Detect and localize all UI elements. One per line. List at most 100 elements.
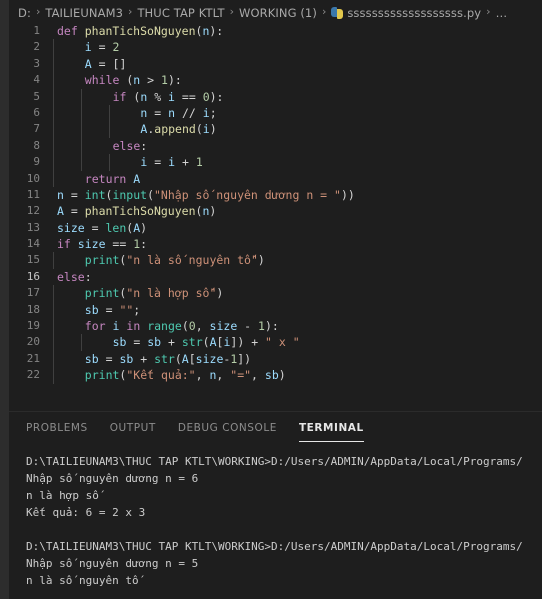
code-content[interactable]: if size == 1: (53, 236, 542, 252)
panel-tab-terminal[interactable]: TERMINAL (298, 422, 364, 442)
code-content[interactable]: n = n // i; (53, 104, 542, 122)
breadcrumb-item-2[interactable]: THUC TAP KTLT (137, 2, 224, 21)
code-line[interactable]: 12 A = phanTichSoNguyen(n) (9, 203, 542, 219)
token-str: "n là hợp số" (126, 286, 217, 301)
breadcrumb[interactable]: D: › TAILIEUNAM3 › THUC TAP KTLT › WORKING (1)… (9, 0, 542, 23)
code-line[interactable]: 21 sb = sb + str(A[size-1]) (9, 350, 542, 368)
code-content[interactable]: for i in range(0, size - 1): (53, 318, 542, 335)
code-line[interactable]: 4 while (n > 1): (9, 72, 542, 89)
token-str: "Kết quả:" (126, 368, 196, 383)
line-number: 11 (26, 187, 40, 201)
line-number: 22 (26, 368, 40, 382)
code-line[interactable]: 11 n = int(input("Nhập số nguyên dương n … (9, 187, 542, 203)
token-punc: ( (195, 122, 203, 137)
code-content[interactable]: print("n là hợp số") (53, 285, 542, 302)
line-number: 9 (33, 155, 40, 169)
panel-tab-debug-console[interactable]: DEBUG CONSOLE (178, 422, 277, 439)
token-punc: ]) (230, 335, 245, 350)
code-line[interactable]: 14 if size == 1: (9, 236, 542, 252)
indent-guide (53, 318, 54, 335)
code-line[interactable]: 9 i = i + 1 (9, 154, 542, 171)
code-tokens: size = len(A) (57, 220, 147, 236)
terminal-line: Nhập số nguyên dương n = 6 (26, 472, 199, 485)
breadcrumb-item-5[interactable]: … (496, 2, 508, 21)
code-line[interactable]: 6 n = n // i; (9, 104, 542, 122)
code-content[interactable]: def phanTichSoNguyen(n): (53, 23, 542, 39)
code-content[interactable]: n = int(input("Nhập số nguyên dương n = … (53, 187, 542, 203)
terminal-line: Kết quả: 6 = 2 x 3 (26, 506, 146, 519)
token-var: n (168, 105, 176, 120)
indent-guide (108, 154, 110, 171)
terminal-line: Nhập số nguyên dương n = 5 (26, 557, 199, 570)
code-line[interactable]: 20 sb = sb + str(A[i]) + " x " (9, 334, 542, 351)
code-content[interactable]: sb = sb + str(A[size-1]) (53, 350, 542, 368)
code-line[interactable]: 16 else: (9, 269, 542, 285)
code-line[interactable]: 22 print("Kết quả:", n, "=", sb) (9, 367, 542, 384)
breadcrumb-item-3[interactable]: WORKING (1) (239, 2, 317, 21)
code-line[interactable]: 5 if (n % i == 0): (9, 88, 542, 105)
breadcrumb-separator: › (486, 5, 491, 18)
code-content[interactable]: else: (53, 137, 542, 155)
token-op: = (126, 335, 148, 350)
breadcrumb-item-1[interactable]: TAILIEUNAM3 (45, 2, 123, 21)
code-content[interactable]: sb = sb + str(A[i]) + " x " (53, 334, 542, 351)
code-content[interactable]: print("Kết quả:", n, "=", sb) (53, 367, 542, 384)
code-line[interactable]: 18 sb = ""; (9, 301, 542, 319)
code-line[interactable]: 10 return A (9, 170, 542, 187)
code-content[interactable]: while (n > 1): (53, 72, 542, 89)
code-line[interactable]: 17 print("n là hợp số") (9, 285, 542, 302)
token-op: + (244, 335, 266, 350)
token-punc: [] (112, 56, 127, 71)
panel-tab-list[interactable]: PROBLEMS OUTPUT DEBUG CONSOLE TERMINAL (9, 412, 542, 445)
token-punc: ( (181, 319, 189, 334)
code-line[interactable]: 1 def phanTichSoNguyen(n): (9, 23, 542, 39)
token-var: A (181, 351, 189, 366)
panel-tab-problems[interactable]: PROBLEMS (26, 422, 88, 439)
token-punc: , (195, 319, 210, 334)
bottom-panel: PROBLEMS OUTPUT DEBUG CONSOLE TERMINAL D:\T… (9, 411, 542, 599)
token-op: + (161, 335, 182, 350)
code-tokens: sb = sb + str(A[size-1]) (57, 351, 251, 367)
code-content[interactable]: size = len(A) (53, 220, 542, 236)
code-content[interactable]: return A (53, 170, 542, 187)
activity-bar-strip (0, 0, 9, 599)
code-content[interactable]: i = 2 (53, 39, 542, 56)
breadcrumb-item-4[interactable]: sssssssssssssssssss.py (331, 2, 481, 21)
code-tokens: n = int(input("Nhập số nguyên dương n = … (57, 187, 355, 203)
code-editor[interactable]: 1 def phanTichSoNguyen(n): 2 i = 23A = [] 4 w… (9, 23, 542, 411)
indent-guide (53, 367, 54, 384)
indent-guide (53, 104, 54, 122)
code-content[interactable]: print("n là số nguyên tố") (53, 252, 542, 269)
token-punc: ): (209, 24, 224, 38)
token-punc: ): (264, 319, 279, 334)
code-content[interactable]: i = i + 1 (53, 154, 542, 171)
code-tokens: print("n là hợp số") (57, 285, 224, 301)
token-var: size (77, 237, 106, 252)
panel-tab-output[interactable]: OUTPUT (110, 422, 156, 439)
code-line[interactable]: 3 A = [] (9, 55, 542, 73)
line-number: 13 (26, 220, 40, 234)
code-line[interactable]: 7 A.append(i) (9, 121, 542, 138)
code-tokens: print("n là số nguyên tố") (57, 252, 265, 268)
code-content[interactable]: A = phanTichSoNguyen(n) (53, 203, 542, 219)
code-line[interactable]: 2i = 2 (9, 39, 542, 56)
breadcrumb-item-label: THUC TAP KTLT (137, 6, 225, 20)
code-tokens: return A (57, 171, 140, 187)
code-line[interactable]: 19 for i in range(0, size - 1): (9, 318, 542, 335)
code-content[interactable]: A = [] (53, 55, 542, 73)
token-var: A (133, 171, 141, 186)
token-op: % (147, 89, 169, 104)
line-number: 21 (26, 351, 40, 365)
code-content[interactable]: else: (53, 269, 542, 285)
indent-guide (53, 137, 54, 155)
code-line[interactable]: 13 size = len(A) (9, 220, 542, 236)
code-line[interactable]: 8 else: (9, 137, 542, 155)
code-content[interactable]: A.append(i) (53, 121, 542, 138)
token-op: > (140, 73, 162, 88)
code-content[interactable]: if (n % i == 0): (53, 88, 542, 105)
breadcrumb-item-0[interactable]: D: (18, 2, 31, 21)
code-line[interactable]: 15 print("n là số nguyên tố") (9, 252, 542, 269)
code-content[interactable]: sb = ""; (53, 301, 542, 319)
terminal-output[interactable]: D:\TAILIEUNAM3\THUC TAP KTLT\WORKING>D:/… (9, 445, 542, 599)
token-kw: in (126, 319, 141, 334)
